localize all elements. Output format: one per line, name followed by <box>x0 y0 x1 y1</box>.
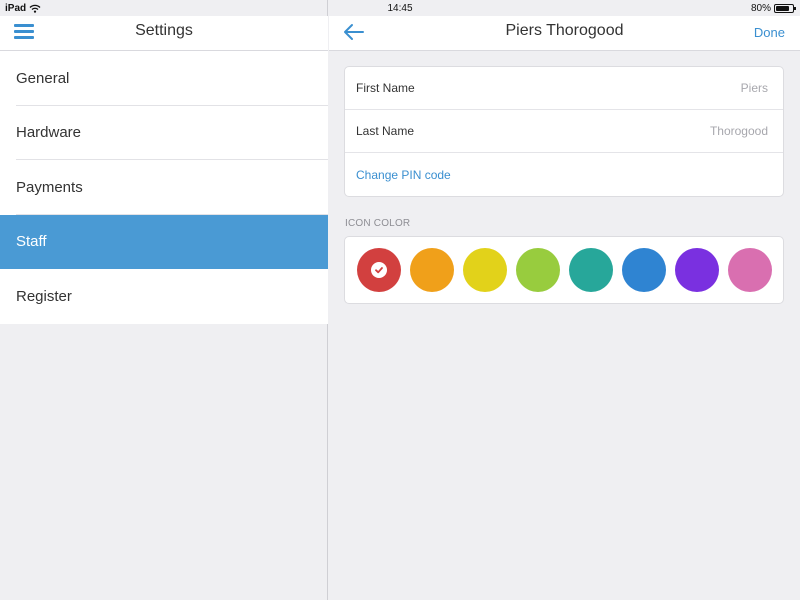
color-swatch-red[interactable] <box>357 248 401 292</box>
sidebar-item-register[interactable]: Register <box>0 269 328 324</box>
color-swatch-purple[interactable] <box>675 248 719 292</box>
battery-icon <box>774 4 796 13</box>
last-name-label: Last Name <box>356 124 415 138</box>
checkmark-icon <box>371 262 387 278</box>
staff-detail-pane: Piers Thorogood Done First Name Piers La… <box>329 0 800 600</box>
status-right: 80% <box>750 3 796 14</box>
battery-percent: 80% <box>750 3 771 14</box>
last-name-field[interactable]: Thorogood <box>710 124 768 138</box>
status-time: 14:45 <box>387 3 413 14</box>
last-name-row[interactable]: Last Name Thorogood <box>345 110 783 153</box>
done-button[interactable]: Done <box>754 25 785 40</box>
sidebar-item-payments[interactable]: Payments <box>0 160 328 215</box>
color-swatch-pink[interactable] <box>728 248 772 292</box>
color-swatch-orange[interactable] <box>410 248 454 292</box>
sidebar-item-general[interactable]: General <box>0 51 328 106</box>
sidebar-item-staff[interactable]: Staff <box>0 214 328 269</box>
sidebar-nav-bar: Settings <box>0 16 328 51</box>
color-swatch-yellow[interactable] <box>463 248 507 292</box>
settings-list: General Hardware Payments Staff Register <box>0 51 328 324</box>
color-swatch-green[interactable] <box>516 248 560 292</box>
first-name-field[interactable]: Piers <box>741 81 768 95</box>
change-pin-row[interactable]: Change PIN code <box>345 153 783 196</box>
page-title: Piers Thorogood <box>505 22 624 39</box>
change-pin-link[interactable]: Change PIN code <box>356 168 451 182</box>
settings-sidebar: Settings General Hardware Payments Staff… <box>0 0 328 600</box>
sidebar-item-hardware[interactable]: Hardware <box>0 106 328 161</box>
status-bar: iPad 14:45 80% <box>0 0 800 16</box>
icon-color-picker <box>344 236 784 304</box>
color-swatch-blue[interactable] <box>622 248 666 292</box>
first-name-row[interactable]: First Name Piers <box>345 67 783 110</box>
sidebar-title: Settings <box>135 22 193 39</box>
detail-nav-bar: Piers Thorogood Done <box>329 16 800 51</box>
icon-color-heading: ICON COLOR <box>345 218 411 229</box>
color-swatch-teal[interactable] <box>569 248 613 292</box>
first-name-label: First Name <box>356 81 415 95</box>
staff-form: First Name Piers Last Name Thorogood Cha… <box>344 66 784 197</box>
